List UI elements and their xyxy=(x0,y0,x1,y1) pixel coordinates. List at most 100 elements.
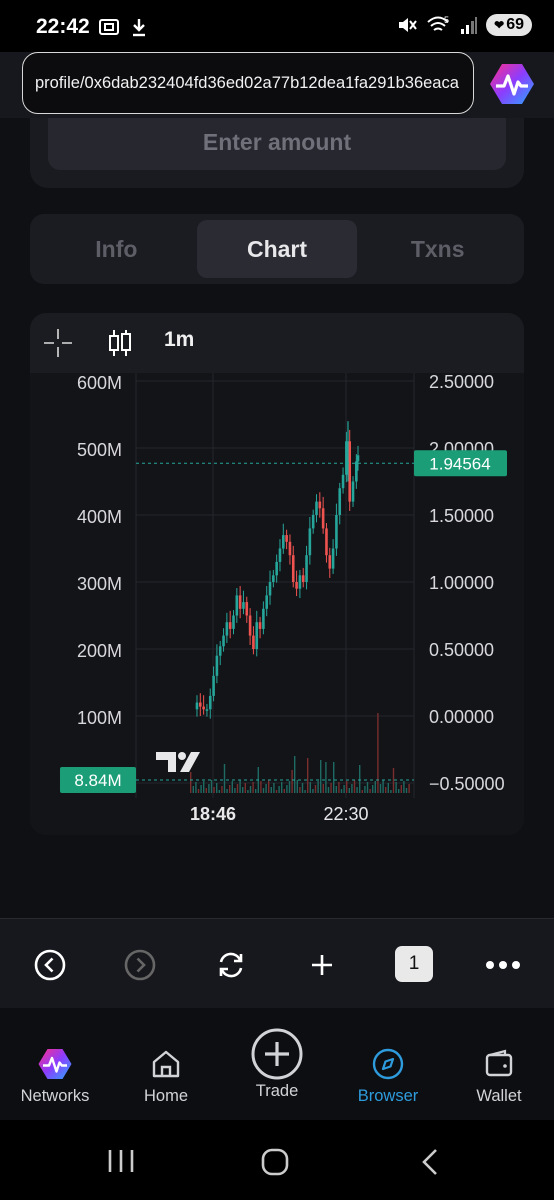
volume-bar xyxy=(273,783,275,793)
x-axis-label: 22:30 xyxy=(323,804,368,824)
candle xyxy=(258,622,262,629)
candle xyxy=(278,548,282,562)
candle xyxy=(308,528,312,556)
candle xyxy=(242,602,245,609)
url-input[interactable]: profile/0x6dab232404fd36ed02a77b12dea1fa… xyxy=(22,52,474,114)
volume-bar xyxy=(255,789,257,793)
volume-bar xyxy=(239,780,241,793)
volume-bar xyxy=(247,790,249,793)
volume-bar xyxy=(307,758,309,793)
status-right: 5 ❤ 69 xyxy=(396,14,532,36)
volume-bar xyxy=(268,780,270,793)
crosshair-icon[interactable] xyxy=(42,327,74,359)
volume-bar xyxy=(359,765,361,793)
candle xyxy=(252,635,255,649)
nav-browser[interactable]: Browser xyxy=(333,1008,443,1120)
home-system-icon[interactable] xyxy=(260,1148,290,1176)
candle xyxy=(208,695,212,710)
volume-bar xyxy=(361,790,363,793)
candle xyxy=(275,561,278,576)
volume-bar xyxy=(200,785,202,793)
recent-apps-icon[interactable] xyxy=(106,1148,136,1174)
tabs-button[interactable]: 1 xyxy=(395,946,433,982)
volume-bar xyxy=(348,788,350,793)
screenshot-icon xyxy=(99,19,119,35)
home-icon xyxy=(150,1046,182,1082)
nav-wallet[interactable]: Wallet xyxy=(444,1008,554,1120)
volume-bar xyxy=(400,785,402,793)
volume-bar xyxy=(192,786,194,793)
tab-bar: Info Chart Txns xyxy=(30,214,524,284)
volume-bar xyxy=(294,756,296,793)
volume-bar xyxy=(353,780,356,793)
volume-bar xyxy=(229,785,231,793)
amount-input[interactable]: Enter amount xyxy=(48,118,506,170)
right-axis-label: 2.50000 xyxy=(429,373,494,392)
compass-icon xyxy=(371,1046,405,1082)
nav-home[interactable]: Home xyxy=(111,1008,221,1120)
chart-canvas[interactable]: 600M500M400M300M200M100M2.500002.000001.… xyxy=(30,373,524,835)
volume-bar xyxy=(408,784,410,793)
back-system-icon[interactable] xyxy=(418,1148,444,1176)
tab-info[interactable]: Info xyxy=(36,220,197,278)
candle xyxy=(205,709,209,711)
volume-bar xyxy=(346,781,348,793)
volume-bar xyxy=(299,787,301,793)
volume-bar xyxy=(356,787,358,793)
tab-chart[interactable]: Chart xyxy=(196,220,358,278)
candle xyxy=(282,535,285,549)
volume-bar xyxy=(338,782,340,793)
right-axis-label: 0.00000 xyxy=(429,707,494,727)
app-logo-icon[interactable] xyxy=(488,60,536,108)
chart-card: 1m 600M 500M 400M 300M 200M 100M 2.50000 2.0000… xyxy=(30,313,524,835)
new-tab-button[interactable] xyxy=(302,945,342,985)
volume-bar xyxy=(320,760,322,793)
volume-bar xyxy=(366,782,369,793)
interval-button[interactable]: 1m xyxy=(164,328,194,352)
candle xyxy=(295,582,298,589)
volume-bar xyxy=(221,786,223,793)
back-button[interactable] xyxy=(30,945,70,985)
price-tag-label: 1.94564 xyxy=(429,454,490,473)
volume-bar xyxy=(392,768,395,793)
browser-toolbar xyxy=(0,918,554,1008)
browser-url-area: profile/0x6dab232404fd36ed02a77b12dea1fa… xyxy=(0,52,554,118)
forward-button[interactable] xyxy=(120,945,160,985)
volume-bar xyxy=(403,781,405,793)
volume-bar xyxy=(304,790,306,793)
download-icon xyxy=(133,19,145,37)
amount-placeholder: Enter amount xyxy=(202,129,352,155)
volume-bar xyxy=(372,785,374,793)
tab-txns[interactable]: Txns xyxy=(357,220,518,278)
candle xyxy=(215,655,219,676)
volume-bar xyxy=(283,789,285,793)
more-button[interactable] xyxy=(483,945,523,985)
volume-bar xyxy=(405,788,408,793)
tradingview-logo-icon xyxy=(156,752,176,772)
status-bar: 22:42 5 ❤ 69 xyxy=(0,0,554,52)
nav-trade[interactable]: Trade xyxy=(222,1008,332,1120)
left-axis-label: 400M xyxy=(77,507,122,527)
volume-bar xyxy=(278,786,280,793)
price-chart[interactable]: 600M 500M 400M 300M 200M 100M 2.50000 2.00000 1.… xyxy=(30,373,524,835)
networks-logo-icon xyxy=(37,1046,73,1082)
system-navigation xyxy=(0,1120,554,1200)
battery-level: 69 xyxy=(506,16,524,33)
candle xyxy=(331,548,335,569)
candlestick-icon[interactable] xyxy=(106,327,134,359)
left-axis-label: 200M xyxy=(77,641,122,661)
volume-bar xyxy=(223,764,226,793)
battery-icon: ❤ 69 xyxy=(486,14,532,36)
refresh-button[interactable] xyxy=(211,945,251,985)
volume-bar xyxy=(213,787,215,793)
nav-label: Home xyxy=(143,1087,188,1105)
volume-bar xyxy=(351,784,353,793)
volume-bar xyxy=(377,713,379,793)
volume-bar xyxy=(262,788,265,793)
candle xyxy=(321,508,325,529)
nav-networks[interactable]: Networks xyxy=(0,1008,110,1120)
volume-bar xyxy=(385,787,387,793)
volume-bar xyxy=(387,783,389,793)
volume-bar xyxy=(327,787,330,793)
volume-bar xyxy=(281,782,283,793)
